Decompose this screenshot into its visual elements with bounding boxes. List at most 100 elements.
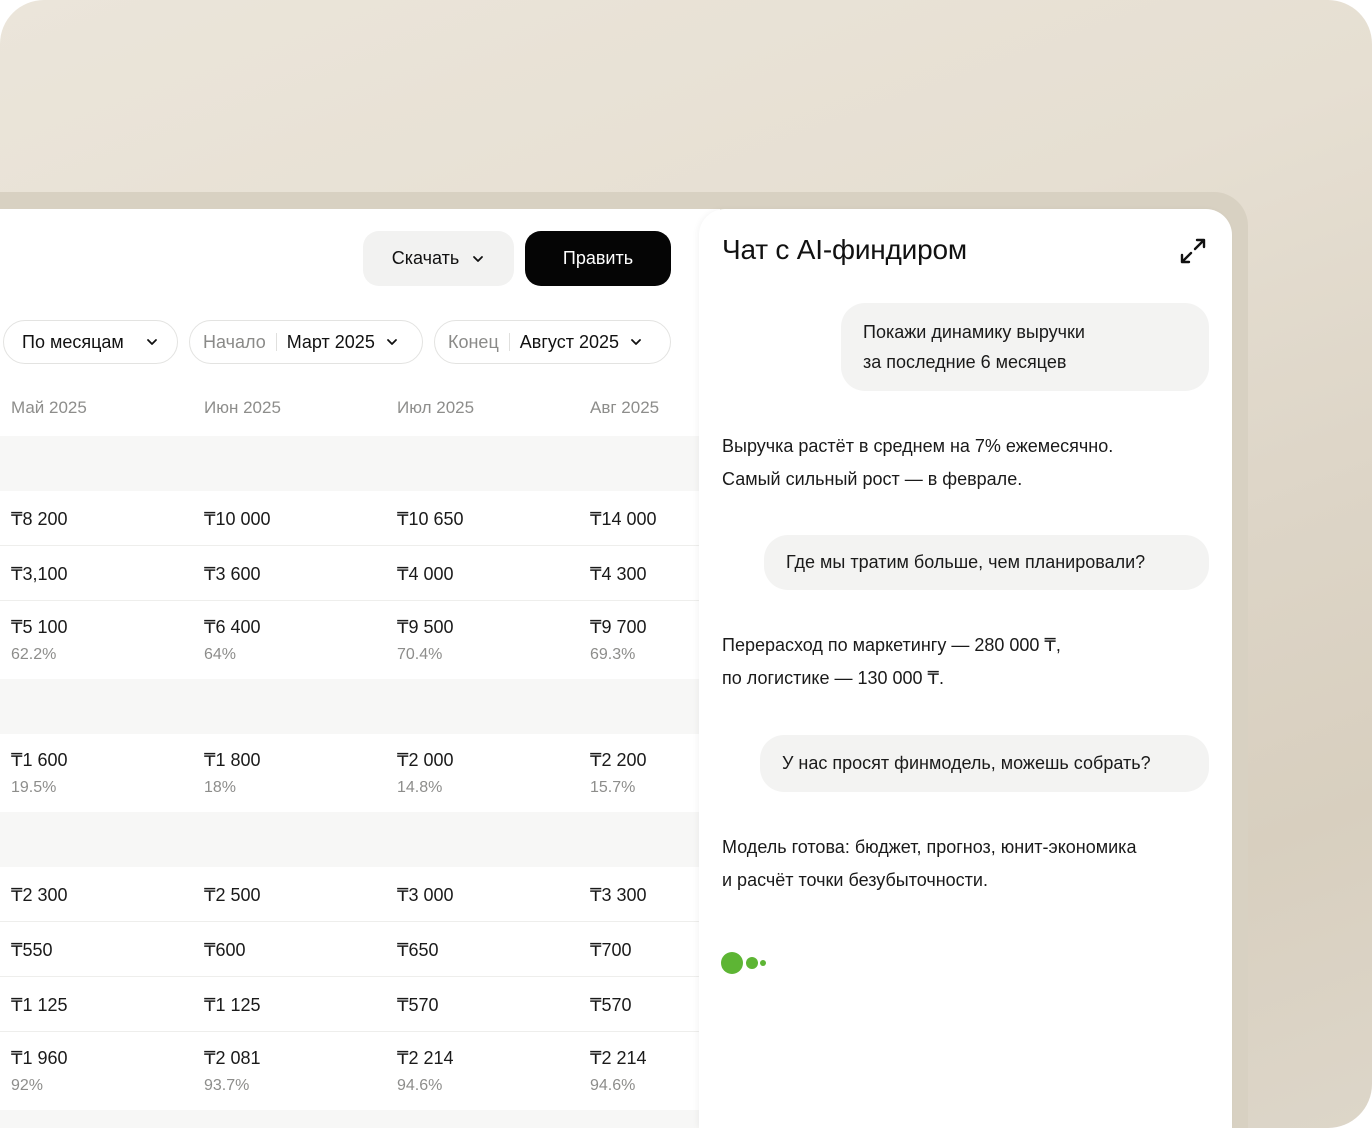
table-cell: ₸4 000 [397, 564, 454, 584]
user-message: Где мы тратим больше, чем планировали? [764, 535, 1209, 590]
table-cell-percent: 14.8% [397, 779, 443, 796]
table-cell: ₸3 000 [397, 885, 454, 905]
chevron-down-icon [471, 252, 485, 266]
section-header-row [0, 679, 699, 734]
table-cell-percent: 64% [204, 646, 237, 663]
table-cell: ₸700 [590, 940, 632, 960]
user-message: Покажи динамику выручки за последние 6 м… [841, 303, 1209, 391]
end-date-select[interactable]: Конец Август 2025 [434, 320, 671, 364]
message-line: Модель готова: бюджет, прогноз, юнит-эко… [722, 837, 1137, 857]
table-cell: ₸1 125 [204, 995, 261, 1015]
chevron-down-icon [145, 335, 159, 349]
table-cell: ₸1 800 [204, 750, 261, 770]
table-row: ₸3,100 ₸3 600 ₸4 000 ₸4 300 [0, 546, 699, 601]
table-cell: ₸2 081 [204, 1048, 261, 1068]
chevron-down-icon [629, 335, 643, 349]
end-value: Август 2025 [519, 331, 619, 352]
table-cell: ₸8 200 [11, 509, 68, 529]
column-header-may: Май 2025 [11, 398, 87, 417]
assistant-message: Выручка растёт в среднем на 7% ежемесячн… [722, 430, 1212, 496]
table-row: ₸8 200 ₸10 000 ₸10 650 ₸14 000 [0, 491, 699, 546]
start-value: Март 2025 [286, 331, 375, 352]
table-cell: ₸9 500 [397, 617, 454, 637]
typing-indicator [721, 952, 781, 974]
assistant-message: Перерасход по маркетингу — 280 000 ₸, по… [722, 629, 1212, 695]
message-line: Самый сильный рост — в феврале. [722, 469, 1023, 489]
table-row: ₸1 125 ₸1 125 ₸570 ₸570 [0, 977, 699, 1032]
period-value: По месяцам [22, 331, 124, 352]
table-cell-percent: 92% [11, 1077, 44, 1094]
download-button-label: Скачать [391, 248, 460, 268]
table-cell: ₸3 300 [590, 885, 647, 905]
message-line: У нас просят финмодель, можешь собрать? [782, 753, 1151, 773]
start-date-select[interactable]: Начало Март 2025 [189, 320, 423, 364]
period-select[interactable]: По месяцам [3, 320, 178, 364]
expand-icon[interactable] [1178, 236, 1208, 266]
table-cell-percent: 19.5% [11, 779, 57, 796]
table-cell: ₸3 600 [204, 564, 261, 584]
table-cell: ₸550 [11, 940, 53, 960]
table-cell-percent: 70.4% [397, 646, 443, 663]
table-cell: ₸600 [204, 940, 246, 960]
table-row: ₸1 600 19.5% ₸1 800 18% ₸2 000 14.8% ₸2 200… [0, 734, 699, 812]
table-cell: ₸570 [590, 995, 632, 1015]
message-line: Покажи динамику выручки [863, 322, 1085, 342]
typing-dot [760, 960, 766, 966]
table-row: ₸1 960 92% ₸2 081 93.7% ₸2 214 94.6% ₸2 214… [0, 1032, 699, 1110]
column-header-jul: Июл 2025 [397, 398, 475, 417]
message-line: Где мы тратим больше, чем планировали? [786, 552, 1146, 572]
table-cell: ₸2 500 [204, 885, 261, 905]
table-cell-percent: 18% [204, 779, 237, 796]
table-row: ₸550 ₸600 ₸650 ₸700 [0, 922, 699, 977]
message-line: Выручка растёт в среднем на 7% ежемесячн… [722, 436, 1114, 456]
typing-dot [746, 957, 758, 969]
end-label: Конец [448, 331, 499, 352]
typing-dot [721, 952, 743, 974]
edit-button-label: Править [562, 248, 634, 268]
table-cell: ₸650 [397, 940, 439, 960]
table-cell-percent: 94.6% [397, 1077, 443, 1094]
edit-button[interactable]: Править [525, 231, 671, 286]
table-cell: ₸10 000 [204, 509, 271, 529]
table-cell-percent: 15.7% [590, 779, 636, 796]
message-line: Перерасход по маркетингу — 280 000 ₸, [722, 635, 1061, 655]
table-cell: ₸6 400 [204, 617, 261, 637]
table-row: ₸5 100 62.2% ₸6 400 64% ₸9 500 70.4% ₸9 700… [0, 601, 699, 679]
table-cell: ₸1 600 [11, 750, 68, 770]
table-cell: ₸2 000 [397, 750, 454, 770]
table-cell-percent: 93.7% [204, 1077, 250, 1094]
divider [508, 333, 510, 351]
table-cell: ₸10 650 [397, 509, 464, 529]
message-line: за последние 6 месяцев [863, 352, 1067, 372]
table-cell: ₸2 200 [590, 750, 647, 770]
table-cell: ₸5 100 [11, 617, 68, 637]
table-cell: ₸3,100 [11, 564, 68, 584]
user-message: У нас просят финмодель, можешь собрать? [760, 735, 1209, 792]
table-cell: ₸1 960 [11, 1048, 68, 1068]
download-button[interactable]: Скачать [363, 231, 514, 286]
table-row: ₸2 300 ₸2 500 ₸3 000 ₸3 300 [0, 867, 699, 922]
table-cell-percent: 69.3% [590, 646, 636, 663]
table-cell: ₸14 000 [590, 509, 657, 529]
column-header-aug: Авг 2025 [590, 398, 660, 417]
divider [275, 333, 277, 351]
table-cell: ₸9 700 [590, 617, 647, 637]
assistant-message: Модель готова: бюджет, прогноз, юнит-эко… [722, 831, 1212, 897]
message-line: по логистике — 130 000 ₸. [722, 668, 945, 688]
table-cell: ₸2 300 [11, 885, 68, 905]
table-cell-percent: 62.2% [11, 646, 57, 663]
table-cell: ₸2 214 [397, 1048, 454, 1068]
table-cell: ₸1 125 [11, 995, 68, 1015]
table-cell: ₸2 214 [590, 1048, 647, 1068]
chat-title: Чат с AI-финдиром [722, 234, 967, 265]
column-header-jun: Июн 2025 [204, 398, 281, 417]
chevron-down-icon [385, 335, 399, 349]
table-cell-percent: 94.6% [590, 1077, 636, 1094]
section-header-row [0, 436, 699, 491]
start-label: Начало [203, 331, 266, 352]
section-header-row [0, 1110, 699, 1128]
section-header-row [0, 812, 699, 867]
table-cell: ₸570 [397, 995, 439, 1015]
message-line: и расчёт точки безубыточности. [722, 870, 988, 890]
table-cell: ₸4 300 [590, 564, 647, 584]
